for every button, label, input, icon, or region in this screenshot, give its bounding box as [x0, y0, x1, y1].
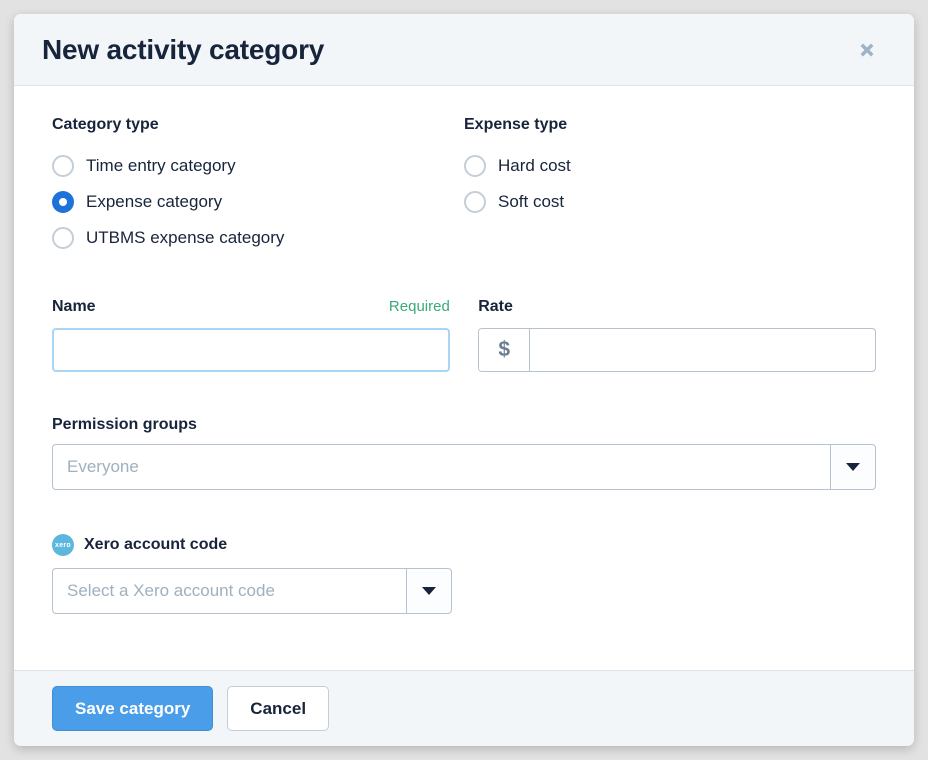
- currency-icon: $: [479, 329, 531, 371]
- caret-glyph: [846, 463, 860, 471]
- radio-hard-cost[interactable]: Hard cost: [464, 148, 876, 184]
- dialog-body: Category type Time entry category Expens…: [14, 86, 914, 670]
- permission-groups-select[interactable]: Everyone: [52, 444, 876, 490]
- close-icon[interactable]: [850, 33, 884, 67]
- chevron-down-icon[interactable]: [830, 444, 876, 490]
- expense-type-label: Expense type: [464, 116, 568, 133]
- xero-account-code-select[interactable]: Select a Xero account code: [52, 568, 452, 614]
- rate-input-group: $: [478, 328, 876, 372]
- page-title: New activity category: [42, 33, 325, 65]
- caret-glyph: [422, 587, 436, 595]
- radio-icon[interactable]: [52, 155, 74, 177]
- radio-label: UTBMS expense category: [86, 228, 285, 247]
- name-field-group: Name Required: [52, 298, 450, 372]
- rate-field-group: Rate $: [478, 298, 876, 372]
- rate-field-header: Rate: [478, 298, 876, 318]
- radio-icon[interactable]: [464, 155, 486, 177]
- dialog-footer: Save category Cancel: [14, 670, 914, 746]
- xero-account-code-field: xero Xero account code Select a Xero acc…: [52, 534, 876, 614]
- dialog-header: New activity category: [14, 14, 914, 86]
- name-field-header: Name Required: [52, 298, 450, 318]
- radio-label: Soft cost: [498, 192, 565, 211]
- radio-icon[interactable]: [464, 191, 486, 213]
- category-type-label: Category type: [52, 116, 159, 133]
- radio-icon[interactable]: [52, 227, 74, 249]
- name-input[interactable]: [52, 328, 450, 372]
- required-badge: Required: [388, 298, 450, 315]
- chevron-down-icon[interactable]: [406, 568, 452, 614]
- name-label: Name: [52, 298, 96, 315]
- permission-groups-label: Permission groups: [52, 416, 197, 433]
- xero-account-code-label: Xero account code: [84, 536, 228, 553]
- radio-label: Time entry category: [86, 156, 236, 175]
- xero-field-header: xero Xero account code: [52, 534, 876, 556]
- radio-label: Hard cost: [498, 156, 571, 175]
- rate-label: Rate: [478, 298, 513, 315]
- new-activity-category-dialog: New activity category Category type Time…: [14, 14, 914, 746]
- cancel-button[interactable]: Cancel: [227, 686, 330, 731]
- radio-label: Expense category: [86, 192, 223, 211]
- radio-icon-selected[interactable]: [52, 191, 74, 213]
- expense-type-group: Expense type Hard cost Soft cost: [464, 116, 876, 256]
- permission-groups-field: Permission groups Everyone: [52, 416, 876, 490]
- radio-utbms-expense-category[interactable]: UTBMS expense category: [52, 220, 464, 256]
- rate-input[interactable]: [530, 329, 875, 371]
- name-rate-row: Name Required Rate $: [52, 298, 876, 372]
- xero-logo-icon: xero: [52, 534, 74, 556]
- column-gap: [450, 298, 478, 372]
- radio-soft-cost[interactable]: Soft cost: [464, 184, 876, 220]
- radio-expense-category[interactable]: Expense category: [52, 184, 464, 220]
- save-category-button[interactable]: Save category: [52, 686, 214, 731]
- radio-time-entry-category[interactable]: Time entry category: [52, 148, 464, 184]
- xero-account-code-value[interactable]: Select a Xero account code: [52, 568, 406, 614]
- permission-groups-value[interactable]: Everyone: [52, 444, 830, 490]
- radio-groups-row: Category type Time entry category Expens…: [52, 116, 876, 256]
- category-type-group: Category type Time entry category Expens…: [52, 116, 464, 256]
